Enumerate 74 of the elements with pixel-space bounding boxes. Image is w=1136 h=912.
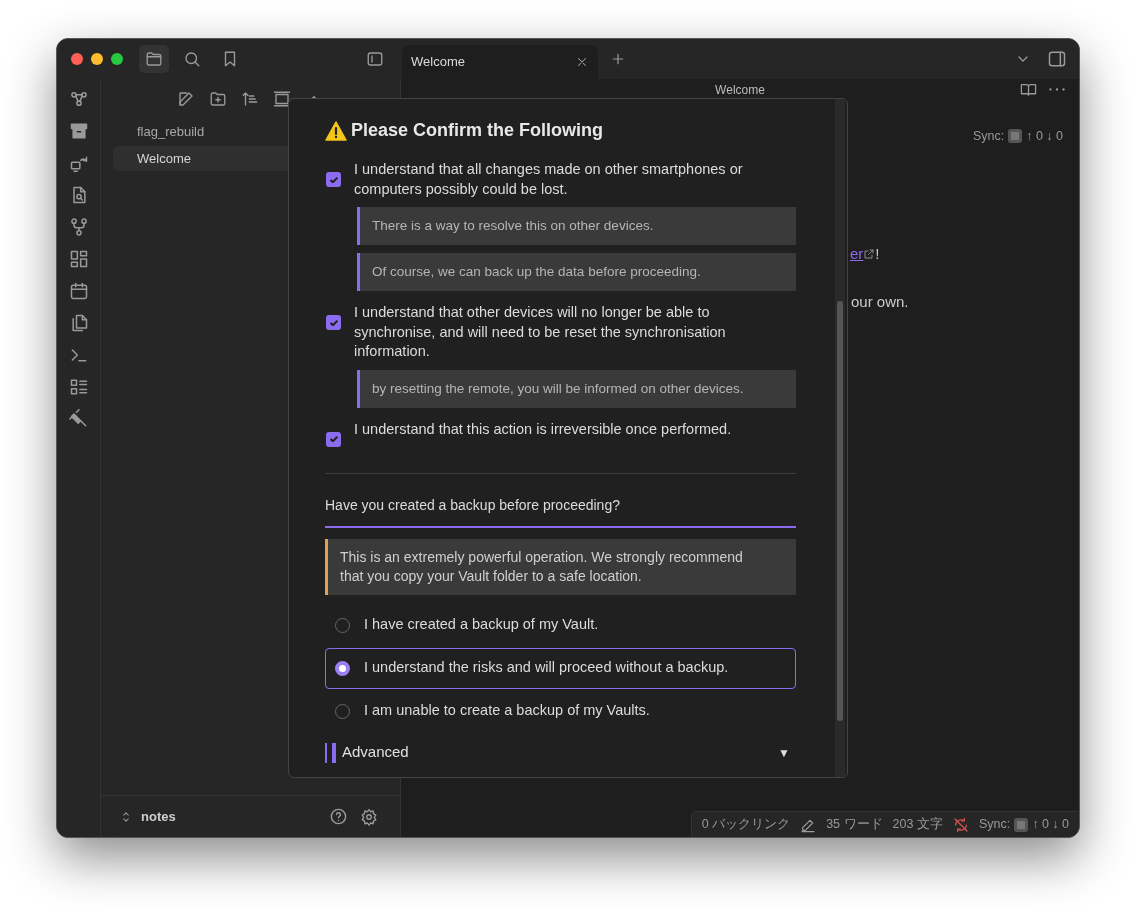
zoom-window-button[interactable]: [111, 53, 123, 65]
minimize-window-button[interactable]: [91, 53, 103, 65]
book-icon: [1020, 81, 1037, 98]
note-text: our own.: [851, 292, 909, 312]
sync-label: Sync:: [978, 816, 1011, 834]
external-link-icon: [863, 248, 876, 261]
check-icon: [329, 436, 338, 442]
status-text: 35 ワード: [826, 816, 883, 834]
callout-note: by resetting the remote, you will be informed on other devices.: [357, 369, 796, 408]
link[interactable]: er: [850, 243, 864, 266]
status-text: 0 バックリンク: [701, 816, 791, 834]
search-icon: [183, 50, 201, 68]
status-text: 203 文字: [892, 816, 943, 834]
checkbox[interactable]: [326, 431, 341, 447]
folder-icon: [145, 50, 163, 68]
radio-button[interactable]: [335, 660, 350, 676]
warning-callout: This is an extremely powerful operation. We strongly recommend that you copy your Vault folder to a safe location.: [325, 538, 796, 595]
file-explorer-button[interactable]: [139, 45, 169, 73]
note-title: Welcome: [715, 83, 765, 97]
graph-icon[interactable]: [68, 89, 89, 109]
tab[interactable]: Welcome: [402, 45, 598, 79]
sync-icon[interactable]: [68, 153, 89, 173]
list-icon[interactable]: [68, 377, 89, 397]
vault-switcher[interactable]: notes: [119, 806, 176, 827]
question-heading: Have you created a backup before proceeding?: [325, 494, 796, 528]
calendar-icon[interactable]: [68, 281, 89, 301]
check-icon: [329, 176, 338, 183]
archive-box-icon[interactable]: [68, 121, 89, 141]
plug-icon[interactable]: [68, 409, 89, 429]
checkbox[interactable]: [326, 172, 341, 187]
sort-icon[interactable]: [241, 90, 259, 108]
sync-counts: ↑ 0 ↓ 0: [1026, 128, 1063, 145]
edit-icon[interactable]: [177, 90, 195, 108]
radio-option[interactable]: I am unable to create a backup of my Vaults.: [325, 690, 796, 732]
radio-option[interactable]: I have created a backup of my Vault.: [325, 604, 796, 646]
help-button[interactable]: [329, 807, 348, 826]
plus-icon: [610, 51, 626, 67]
toggle-right-sidebar-button[interactable]: [1047, 49, 1067, 69]
radio-option[interactable]: I understand the risks and will proceed without a backup.: [325, 647, 796, 689]
confirmation-text: I understand that this action is irreversible once performed.: [354, 419, 733, 439]
sync-status-icon: [1014, 817, 1029, 832]
sync-off-icon: [952, 816, 969, 833]
check-icon: [329, 319, 338, 326]
reading-view-button[interactable]: [1020, 81, 1037, 98]
sync-label: Sync:: [972, 128, 1005, 145]
close-tab-button[interactable]: [575, 55, 589, 69]
section-title: Advanced: [342, 742, 409, 763]
scrollbar-thumb[interactable]: [837, 301, 843, 721]
tab-title: Welcome: [411, 53, 465, 72]
help-icon: [329, 807, 348, 826]
accent-bar: [325, 742, 327, 763]
sidebar-icon: [1047, 49, 1067, 69]
settings-icon: [360, 807, 378, 826]
new-folder-icon[interactable]: [209, 90, 227, 108]
sync-counts: ↑ 0 ↓ 0: [1032, 816, 1069, 834]
close-window-button[interactable]: [71, 53, 83, 65]
sidebar-icon: [366, 50, 384, 68]
new-tab-button[interactable]: [610, 51, 626, 67]
close-icon: [575, 55, 589, 69]
dialog-title: Please Confirm the Following: [351, 119, 604, 142]
accent-bar: [332, 742, 336, 763]
callout-note: Of course, we can back up the data before proceeding.: [357, 253, 796, 291]
confirmation-text: I understand that other devices will no longer be able to synchronise, and will need to be reset the synchronisation information.: [354, 303, 727, 361]
sync-status-icon: [1008, 129, 1023, 144]
warning-icon: [325, 120, 347, 141]
checkbox[interactable]: [326, 315, 341, 330]
collapse-icon[interactable]: [273, 90, 291, 108]
settings-button[interactable]: [360, 807, 378, 826]
branch-icon[interactable]: [68, 217, 89, 237]
expand-toggle[interactable]: ▼: [778, 743, 790, 762]
dashboard-icon[interactable]: [68, 249, 89, 269]
callout-note: There is a way to resolve this on other devices.: [357, 207, 796, 245]
more-icon: [1049, 88, 1065, 91]
exclamation-text: !: [875, 244, 880, 264]
